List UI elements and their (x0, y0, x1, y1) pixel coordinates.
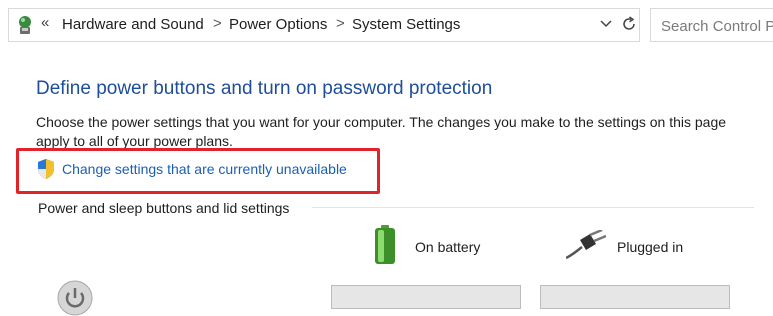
page-description: Choose the power settings that you want … (36, 114, 727, 149)
breadcrumb-system-settings[interactable]: System Settings (352, 16, 460, 33)
on-battery-label: On battery (415, 239, 481, 255)
breadcrumb-separator[interactable]: > (213, 15, 222, 32)
battery-icon (375, 225, 395, 264)
change-settings-link[interactable]: Change settings that are currently unava… (62, 161, 347, 177)
plugged-in-select[interactable] (540, 285, 730, 309)
breadcrumb-hardware-and-sound[interactable]: Hardware and Sound (62, 16, 204, 33)
search-input[interactable]: Search Control Panel (650, 8, 773, 42)
uac-shield-icon (38, 159, 54, 179)
breadcrumb-power-options[interactable]: Power Options (229, 16, 327, 33)
breadcrumb-separator[interactable]: > (336, 15, 345, 32)
section-label: Power and sleep buttons and lid settings (38, 200, 290, 216)
on-battery-select[interactable] (331, 285, 521, 309)
section-divider (312, 207, 754, 208)
refresh-icon[interactable] (620, 15, 638, 33)
control-panel-icon (19, 16, 31, 34)
overflow-chevron-icon[interactable]: « (41, 14, 49, 31)
page-title: Define power buttons and turn on passwor… (36, 78, 493, 99)
plugged-in-label: Plugged in (617, 239, 684, 255)
power-plug-icon (566, 230, 606, 260)
power-button-icon (57, 280, 93, 316)
chevron-down-icon[interactable] (598, 15, 614, 31)
